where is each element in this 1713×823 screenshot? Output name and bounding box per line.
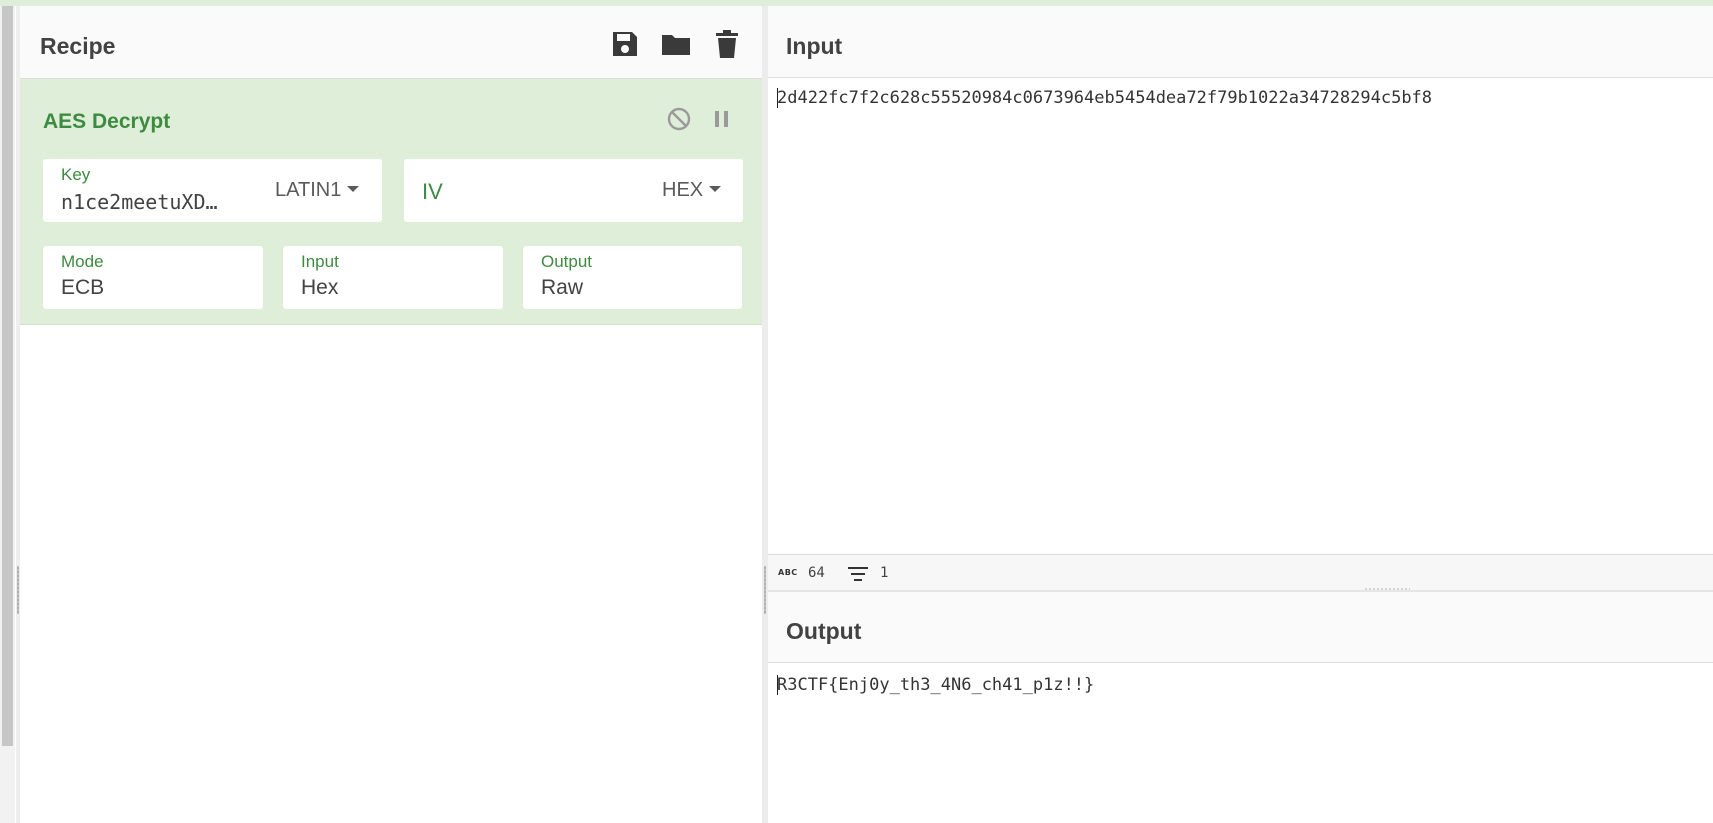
key-label: Key bbox=[61, 165, 91, 184]
mode-label: Mode bbox=[61, 252, 104, 271]
chevron-down-icon bbox=[709, 185, 722, 192]
resize-handle[interactable] bbox=[17, 566, 19, 614]
input-format-value[interactable]: Hex bbox=[301, 276, 338, 300]
recipe-header: Recipe bbox=[20, 6, 762, 79]
left-scrollbar[interactable] bbox=[0, 6, 15, 823]
output-title: Output bbox=[786, 618, 862, 644]
output-header: Output bbox=[768, 592, 1713, 663]
input-header: Input bbox=[768, 6, 1713, 78]
input-format-label: Input bbox=[301, 252, 339, 271]
recipe-title: Recipe bbox=[40, 33, 116, 59]
mode-value[interactable]: ECB bbox=[61, 276, 104, 300]
character-count-icon: ABC bbox=[778, 568, 798, 577]
save-icon[interactable] bbox=[609, 28, 641, 60]
scrollbar-thumb[interactable] bbox=[2, 6, 13, 746]
trash-icon[interactable] bbox=[711, 28, 743, 60]
chevron-down-icon bbox=[347, 185, 360, 192]
iv-encoding-dropdown[interactable]: HEX bbox=[662, 179, 722, 202]
line-count: 1 bbox=[880, 565, 889, 581]
output-panel: Output R3CTF{Enj0y_th3_4N6_ch41_p1z!!} bbox=[768, 592, 1713, 823]
pause-icon[interactable] bbox=[709, 106, 735, 132]
input-panel: Input 2d422fc7f2c628c55520984c0673964eb5… bbox=[768, 6, 1713, 591]
line-count-icon bbox=[848, 567, 868, 581]
operation-title: AES Decrypt bbox=[43, 110, 171, 133]
mode-field[interactable]: Mode ECB bbox=[43, 246, 263, 309]
key-field[interactable]: Key n1ce2meetuXD… LATIN1 bbox=[43, 159, 382, 222]
character-count: 64 bbox=[808, 565, 825, 581]
resize-handle[interactable] bbox=[764, 566, 766, 614]
iv-field[interactable]: IV HEX bbox=[404, 159, 743, 222]
iv-placeholder[interactable]: IV bbox=[422, 179, 443, 205]
key-value[interactable]: n1ce2meetuXD… bbox=[61, 190, 218, 214]
key-encoding-label: LATIN1 bbox=[275, 179, 342, 201]
folder-icon[interactable] bbox=[660, 28, 692, 60]
key-encoding-dropdown[interactable]: LATIN1 bbox=[275, 179, 360, 202]
aes-decrypt-operation: AES Decrypt Key n1ce2meetuXD… LATIN1 IV bbox=[20, 79, 762, 325]
output-format-value[interactable]: Raw bbox=[541, 276, 583, 300]
input-format-field[interactable]: Input Hex bbox=[283, 246, 503, 309]
input-title: Input bbox=[786, 33, 843, 59]
recipe-panel: Recipe AES Decrypt Key n1ce2meetuXD… LAT… bbox=[20, 6, 762, 823]
iv-encoding-label: HEX bbox=[662, 179, 704, 201]
output-format-field[interactable]: Output Raw bbox=[523, 246, 742, 309]
resize-handle[interactable] bbox=[1364, 588, 1410, 590]
output-format-label: Output bbox=[541, 252, 593, 271]
input-status-bar: ABC 64 1 bbox=[768, 554, 1713, 591]
output-textarea[interactable]: R3CTF{Enj0y_th3_4N6_ch41_p1z!!} bbox=[777, 675, 1094, 695]
disable-icon[interactable] bbox=[666, 106, 692, 132]
input-textarea[interactable]: 2d422fc7f2c628c55520984c0673964eb5454dea… bbox=[777, 88, 1432, 108]
